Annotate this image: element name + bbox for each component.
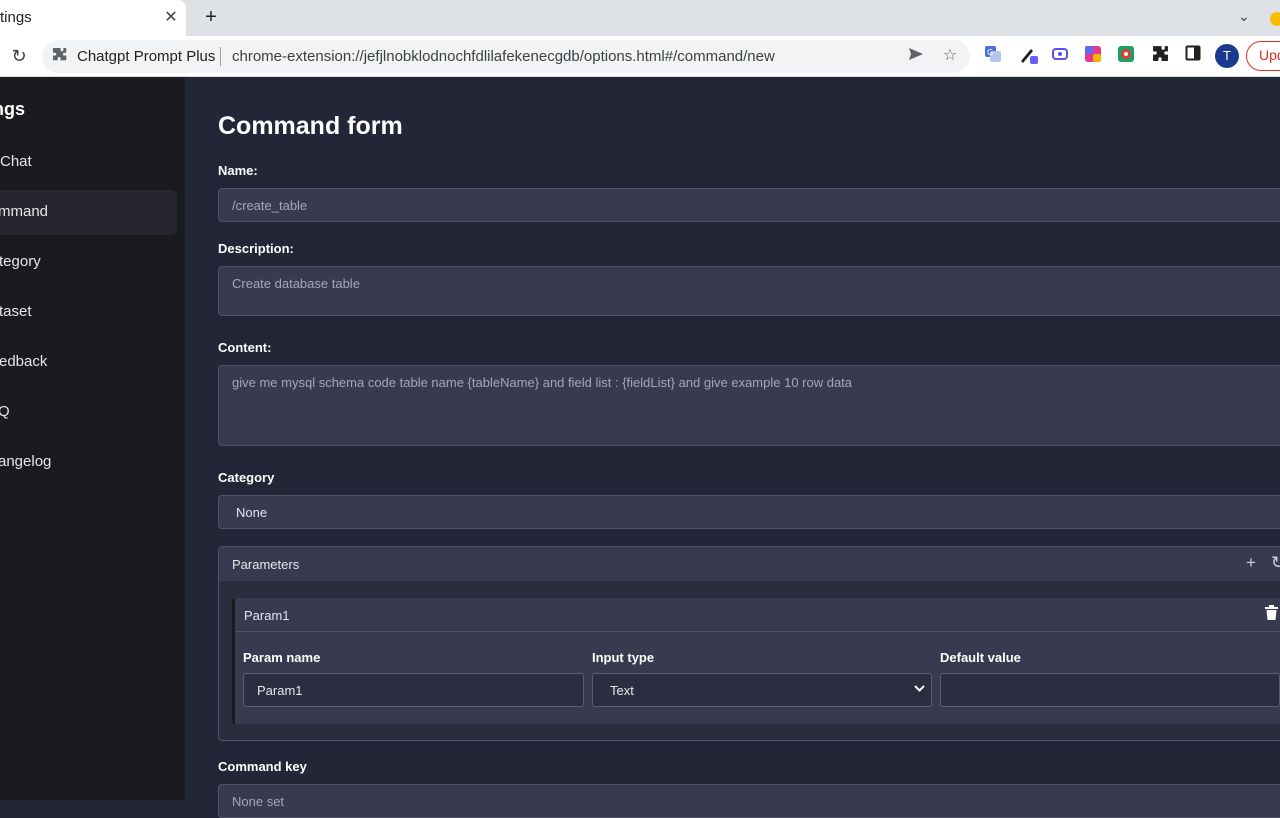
chevron-down-icon bbox=[914, 682, 925, 696]
tab-title: tings bbox=[0, 9, 32, 26]
name-input[interactable]: /create_table bbox=[218, 188, 1280, 222]
name-label: Name: bbox=[218, 163, 258, 178]
parameters-header: Parameters + ↻ bbox=[219, 547, 1280, 581]
new-tab-button[interactable]: + bbox=[200, 6, 222, 28]
tab-search-chevron-icon[interactable]: ⌄ bbox=[1238, 8, 1250, 25]
sidebar-item-label: tegory bbox=[0, 253, 41, 270]
reload-icon[interactable]: ↻ bbox=[8, 45, 30, 67]
browser-toolbar: ↻ Chatgpt Prompt Plus chrome-extension:/… bbox=[0, 36, 1280, 77]
page-title: Command form bbox=[218, 112, 403, 140]
main-content: Command form Name: /create_table Descrip… bbox=[185, 77, 1280, 818]
site-name: Chatgpt Prompt Plus bbox=[77, 48, 216, 65]
sidebar-item-label: Chat bbox=[0, 153, 32, 170]
address-bar[interactable]: Chatgpt Prompt Plus chrome-extension://j… bbox=[42, 40, 970, 73]
send-icon[interactable] bbox=[906, 46, 926, 66]
command-key-label: Command key bbox=[218, 759, 307, 774]
profile-avatar[interactable]: T bbox=[1215, 44, 1239, 68]
sidebar: ings Chat mmand tegory taset edback Q an… bbox=[0, 77, 185, 800]
sidebar-item-label: edback bbox=[0, 353, 48, 370]
active-tab[interactable]: tings ✕ bbox=[0, 0, 186, 36]
sidepanel-icon[interactable] bbox=[1182, 45, 1204, 67]
sidebar-item-dataset[interactable]: taset bbox=[0, 290, 177, 335]
parameters-title: Parameters bbox=[232, 557, 300, 572]
parameter-card-title: Param1 bbox=[244, 608, 290, 623]
sidebar-heading: ings bbox=[0, 99, 26, 119]
translate-icon[interactable]: G bbox=[982, 45, 1004, 67]
sidebar-item-label: mmand bbox=[0, 203, 49, 220]
refresh-icon[interactable]: ↻ bbox=[1271, 553, 1280, 573]
sidebar-item-changelog[interactable]: angelog bbox=[0, 440, 177, 485]
input-type-label: Input type bbox=[592, 650, 655, 665]
description-input[interactable]: Create database table bbox=[218, 266, 1280, 316]
sidebar-item-category[interactable]: tegory bbox=[0, 240, 177, 285]
profile-indicator-icon bbox=[1270, 12, 1280, 26]
param-name-label: Param name bbox=[243, 650, 321, 665]
param-name-input[interactable]: Param1 bbox=[243, 673, 584, 707]
sidebar-item-label: taset bbox=[0, 303, 32, 320]
gradient-icon[interactable] bbox=[1082, 45, 1104, 67]
pen-icon[interactable] bbox=[1018, 45, 1040, 67]
divider bbox=[220, 47, 221, 66]
content-label: Content: bbox=[218, 340, 272, 355]
update-button[interactable]: Upd bbox=[1246, 41, 1280, 71]
category-label: Category bbox=[218, 470, 275, 485]
input-type-select[interactable]: Text bbox=[592, 673, 932, 707]
puzzle-icon bbox=[52, 47, 68, 67]
record-icon[interactable] bbox=[1115, 45, 1137, 67]
content-textarea[interactable]: give me mysql schema code table name {ta… bbox=[218, 365, 1280, 446]
description-label: Description: bbox=[218, 241, 294, 256]
parameter-card-header: Param1 bbox=[235, 598, 1280, 632]
add-parameter-plus-icon[interactable]: + bbox=[1246, 553, 1256, 573]
parameters-panel: Parameters + ↻ Param1 Param name Param1 … bbox=[218, 546, 1280, 741]
default-value-input[interactable] bbox=[940, 673, 1280, 707]
sidebar-item-label: angelog bbox=[0, 453, 52, 470]
extensions-icon[interactable] bbox=[1149, 45, 1171, 67]
command-key-input[interactable]: None set bbox=[218, 784, 1280, 818]
category-select[interactable]: None bbox=[218, 495, 1280, 529]
star-icon[interactable]: ☆ bbox=[940, 46, 960, 66]
sidebar-item-feedback[interactable]: edback bbox=[0, 340, 177, 385]
sidebar-item-command[interactable]: mmand bbox=[0, 190, 177, 235]
svg-text:G: G bbox=[987, 48, 993, 57]
default-value-label: Default value bbox=[940, 650, 1021, 665]
tab-strip: tings ✕ + ⌄ bbox=[0, 0, 1280, 36]
trash-icon[interactable] bbox=[1265, 605, 1278, 624]
input-type-value: Text bbox=[610, 683, 634, 698]
sidebar-item-faq[interactable]: Q bbox=[0, 390, 177, 435]
sidebar-item-label: Q bbox=[0, 403, 10, 420]
screen-icon[interactable] bbox=[1049, 45, 1071, 67]
close-tab-icon[interactable]: ✕ bbox=[162, 7, 180, 27]
url-text[interactable]: chrome-extension://jefjlnobklodnochfdlil… bbox=[232, 48, 775, 65]
parameter-card: Param1 Param name Param1 Input type Text… bbox=[232, 598, 1280, 724]
sidebar-item-chat[interactable]: Chat bbox=[0, 140, 177, 185]
